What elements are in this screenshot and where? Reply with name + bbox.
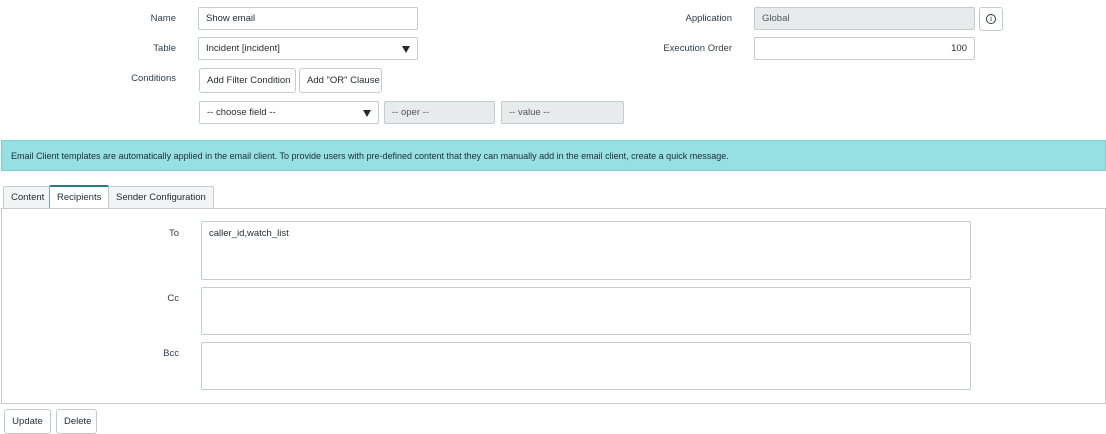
caret-down-icon xyxy=(402,46,410,53)
conditions-label: Conditions xyxy=(131,73,176,84)
name-input[interactable]: Show email xyxy=(198,7,418,30)
tab-recipients[interactable]: Recipients xyxy=(49,185,110,209)
execution-order-input[interactable]: 100 xyxy=(754,37,975,60)
to-label: To xyxy=(168,228,179,239)
table-select-value: Incident [incident] xyxy=(206,43,280,54)
tab-sender-configuration[interactable]: Sender Configuration xyxy=(108,186,214,209)
name-label: Name xyxy=(150,13,176,24)
application-info-button[interactable]: i xyxy=(979,7,1003,31)
cc-textarea[interactable] xyxy=(201,287,971,335)
table-select[interactable]: Incident [incident] xyxy=(198,37,418,60)
add-or-clause-button[interactable]: Add "OR" Clause xyxy=(299,68,382,93)
tab-content[interactable]: Content xyxy=(3,186,53,209)
add-filter-condition-button[interactable]: Add Filter Condition xyxy=(199,68,296,93)
to-textarea[interactable]: caller_id,watch_list xyxy=(201,221,971,280)
table-label: Table xyxy=(153,43,176,54)
application-label: Application xyxy=(685,13,732,24)
bcc-label: Bcc xyxy=(163,348,179,359)
info-circle-icon: i xyxy=(986,14,996,24)
operator-select[interactable]: -- oper -- xyxy=(384,101,495,124)
application-field: Global xyxy=(754,7,975,30)
choose-field-select[interactable]: -- choose field -- xyxy=(199,101,379,124)
caret-down-icon xyxy=(363,110,371,117)
execution-order-label: Execution Order xyxy=(663,43,732,54)
info-banner: Email Client templates are automatically… xyxy=(1,140,1106,171)
cc-label: Cc xyxy=(167,293,179,304)
choose-field-value: -- choose field -- xyxy=(207,107,276,118)
value-input[interactable]: -- value -- xyxy=(501,101,624,124)
bcc-textarea[interactable] xyxy=(201,342,971,390)
